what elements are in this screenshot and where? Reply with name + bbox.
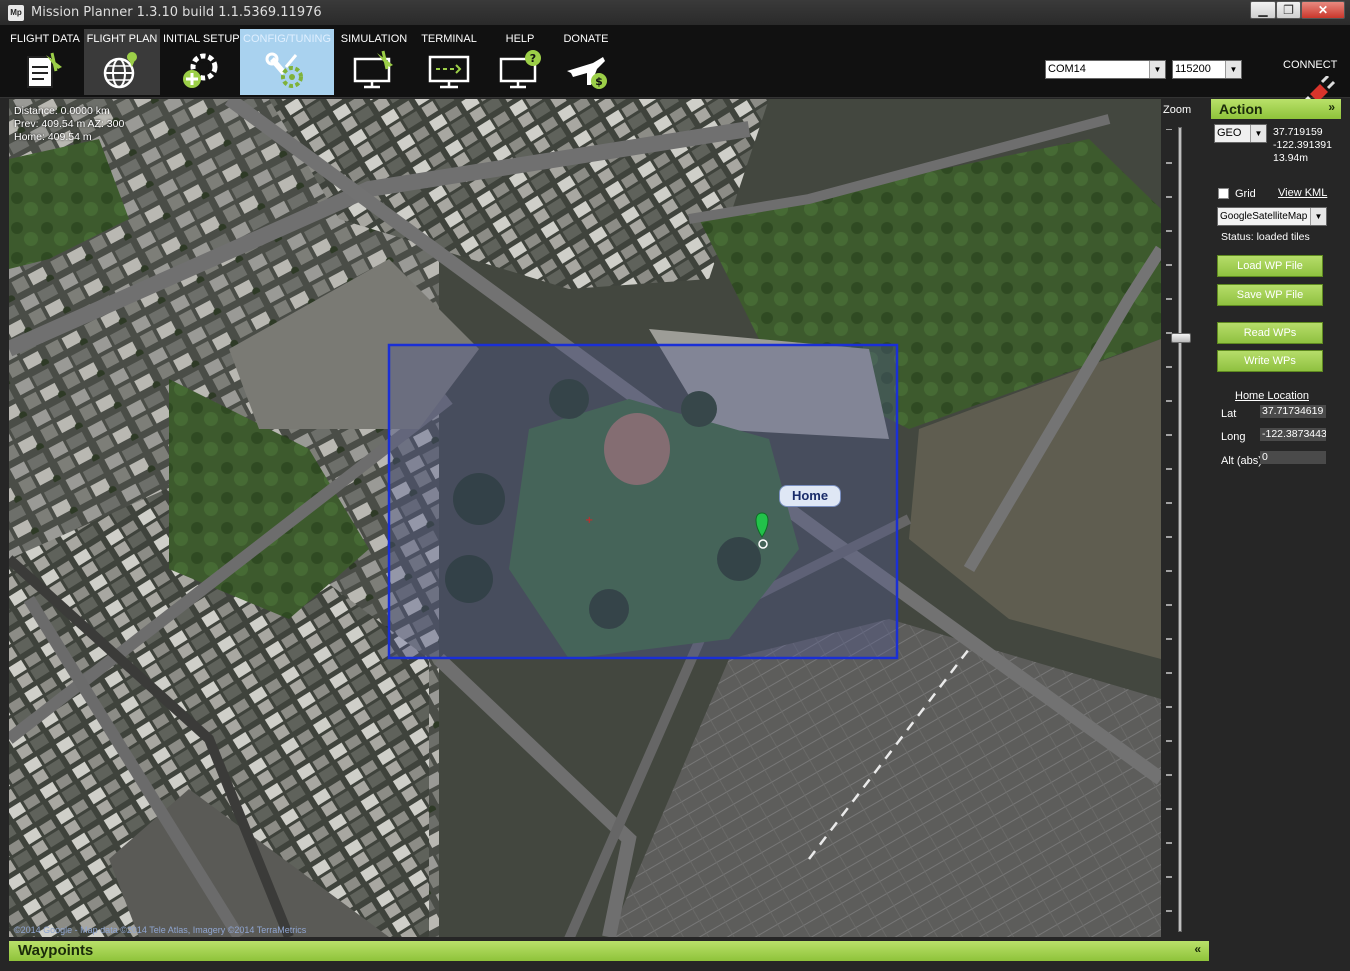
prev-readout: Prev: 409.54 m AZ: 300 — [14, 118, 125, 130]
expand-icon[interactable]: « — [1194, 942, 1201, 956]
cursor-alt: 13.94m — [1273, 152, 1309, 164]
plane-dollar-icon: $ — [567, 57, 607, 89]
zoom-label: Zoom — [1163, 104, 1192, 116]
zoom-panel: Zoom — [1161, 99, 1209, 937]
map-type-select[interactable]: GoogleSatelliteMap ▼ — [1217, 207, 1327, 226]
tab-donate[interactable]: DONATE $ — [556, 29, 616, 95]
svg-text:$: $ — [595, 75, 603, 88]
load-wp-file-button[interactable]: Load WP File — [1217, 255, 1323, 277]
map-copyright: ©2014 Google - Map data ©2014 Tele Atlas… — [14, 925, 307, 935]
waypoints-title: Waypoints — [18, 942, 94, 959]
waypoints-panel-header[interactable]: Waypoints « — [9, 941, 1209, 961]
tab-label: DONATE — [563, 33, 609, 45]
satellite-map[interactable]: + Distance: 0.0000 km Prev: 409.54 m AZ:… — [9, 99, 1161, 937]
tab-help[interactable]: HELP ? — [490, 29, 550, 95]
tab-config-tuning[interactable]: CONFIG/TUNING — [240, 29, 334, 95]
baud-rate-value: 115200 — [1175, 63, 1211, 75]
tab-label: CONFIG/TUNING — [243, 33, 331, 45]
tab-terminal[interactable]: TERMINAL — [414, 29, 484, 95]
tab-label: TERMINAL — [421, 33, 477, 45]
monitor-terminal-icon — [428, 55, 470, 89]
write-wps-button[interactable]: Write WPs — [1217, 350, 1323, 372]
collapse-icon[interactable]: » — [1328, 100, 1335, 114]
zoom-ticks — [1166, 129, 1172, 912]
distance-readout: Distance: 0.0000 km — [14, 105, 110, 117]
svg-text:?: ? — [530, 52, 536, 65]
wrench-gear-icon — [265, 52, 303, 88]
map-imagery: + — [9, 99, 1161, 937]
home-marker-label[interactable]: Home — [779, 485, 841, 507]
chevron-down-icon: ▼ — [1250, 125, 1266, 142]
chevron-down-icon: ▼ — [1310, 208, 1326, 225]
home-long-field[interactable]: -122.3873443 — [1260, 428, 1326, 441]
action-header[interactable]: Action » — [1211, 99, 1341, 119]
clipboard-plane-icon — [27, 52, 62, 88]
view-kml-link[interactable]: View KML — [1278, 187, 1327, 199]
connect-label[interactable]: CONNECT — [1283, 59, 1337, 71]
home-lat-field[interactable]: 37.71734619 — [1260, 405, 1326, 418]
baud-rate-select[interactable]: 115200 ▼ — [1172, 60, 1242, 79]
zoom-slider-track[interactable] — [1178, 127, 1182, 932]
com-port-value: COM14 — [1048, 63, 1086, 75]
cursor-lng: -122.391391 — [1273, 139, 1332, 151]
zoom-slider-handle[interactable] — [1171, 333, 1191, 343]
home-lat-label: Lat — [1221, 408, 1237, 420]
tab-label: FLIGHT PLAN — [86, 33, 158, 45]
map-distance-info: Distance: 0.0000 km Prev: 409.54 m AZ: 3… — [14, 105, 124, 144]
mission-planner-window: Mp Mission Planner 1.3.10 build 1.1.5369… — [0, 0, 1350, 971]
com-port-select[interactable]: COM14 ▼ — [1045, 60, 1166, 79]
tab-label: FLIGHT DATA — [10, 33, 80, 45]
globe-pin-icon — [103, 52, 137, 89]
tab-label: INITIAL SETUP — [163, 33, 240, 45]
home-alt-label: Alt (abs) — [1221, 455, 1262, 467]
home-alt-field[interactable]: 0 — [1260, 451, 1326, 464]
action-panel: Action » GEO ▼ 37.719159 -122.391391 13.… — [1211, 99, 1341, 937]
grid-label: Grid — [1235, 188, 1256, 200]
tab-label: SIMULATION — [340, 33, 408, 45]
close-button[interactable]: ✕ — [1301, 1, 1345, 19]
app-logo-icon: Mp — [8, 5, 24, 21]
tab-label: HELP — [505, 33, 535, 45]
grid-checkbox[interactable] — [1218, 188, 1229, 199]
home-long-label: Long — [1221, 431, 1246, 443]
window-title: Mission Planner 1.3.10 build 1.1.5369.11… — [31, 5, 322, 20]
main-toolbar: FLIGHT DATA FLIGHT PLAN INITIAL SETUP CO… — [0, 26, 1350, 118]
chevron-down-icon: ▼ — [1149, 61, 1165, 78]
home-location-link[interactable]: Home Location — [1235, 390, 1309, 402]
action-title: Action — [1219, 101, 1263, 117]
svg-text:+: + — [585, 515, 593, 526]
map-type-value: GoogleSatelliteMap — [1220, 211, 1308, 222]
minimize-button[interactable]: ▁ — [1250, 1, 1276, 19]
monitor-plane-icon — [353, 50, 393, 89]
tab-flight-data[interactable]: FLIGHT DATA — [9, 29, 81, 95]
title-bar: Mp Mission Planner 1.3.10 build 1.1.5369… — [0, 0, 1350, 26]
chevron-down-icon: ▼ — [1225, 61, 1241, 78]
gear-plus-icon — [182, 53, 217, 88]
coord-mode-select[interactable]: GEO ▼ — [1214, 124, 1267, 143]
maximize-button[interactable]: ❐ — [1276, 1, 1301, 19]
coord-mode-value: GEO — [1217, 127, 1242, 139]
save-wp-file-button[interactable]: Save WP File — [1217, 284, 1323, 306]
tab-simulation[interactable]: SIMULATION — [338, 29, 410, 95]
cursor-lat: 37.719159 — [1273, 126, 1323, 138]
map-status: Status: loaded tiles — [1221, 231, 1310, 243]
tab-initial-setup[interactable]: INITIAL SETUP — [163, 29, 240, 95]
home-distance-readout: Home: 409.54 m — [14, 131, 92, 143]
tab-flight-plan[interactable]: FLIGHT PLAN — [84, 29, 160, 95]
read-wps-button[interactable]: Read WPs — [1217, 322, 1323, 344]
monitor-question-icon: ? — [499, 50, 541, 89]
